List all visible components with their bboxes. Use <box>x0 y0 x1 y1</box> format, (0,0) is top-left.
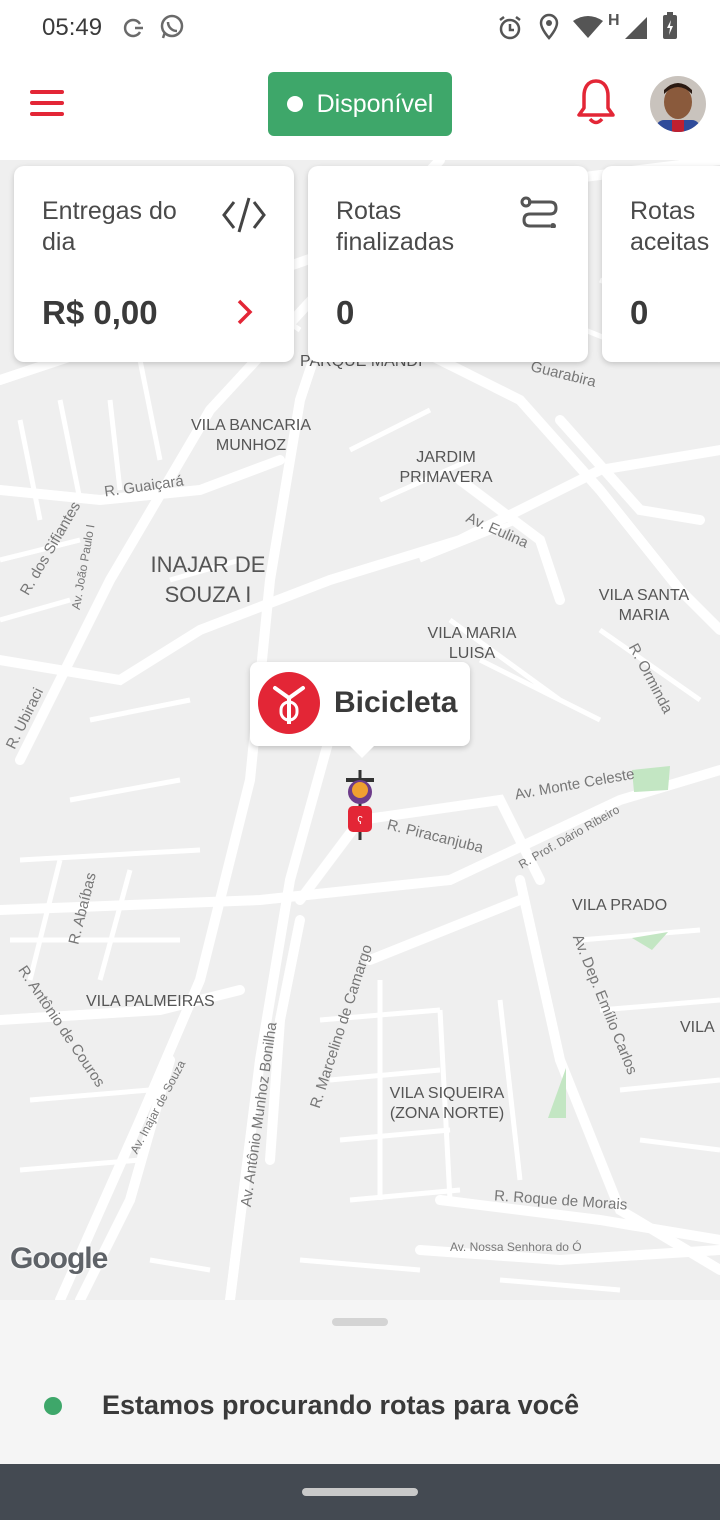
searching-indicator-dot <box>44 1397 62 1415</box>
sync-icon <box>120 16 146 45</box>
card-value: 0 <box>336 294 355 331</box>
top-app-bar: Disponível <box>0 56 720 160</box>
card-title: Entregas do dia <box>42 197 177 256</box>
daily-earnings-card[interactable]: Entregas do dia R$ 0,00 <box>14 166 294 362</box>
card-title: Rotas aceitas <box>630 197 710 256</box>
map-neighborhood-label: VILA BANCARIA MUNHOZ <box>190 417 312 454</box>
finished-routes-card[interactable]: Rotas finalizadas 0 <box>308 166 588 362</box>
availability-toggle-button[interactable]: Disponível <box>268 72 452 136</box>
home-gesture-pill[interactable] <box>302 1488 418 1496</box>
map-neighborhood-label: VILA SIQUEIRA (ZONA NORTE) <box>389 1085 505 1122</box>
battery-icon <box>662 12 678 45</box>
bell-icon[interactable] <box>576 78 616 133</box>
bottom-sheet: Estamos procurando rotas para você <box>0 1300 720 1464</box>
card-value: R$ 0,00 <box>42 294 158 331</box>
location-icon <box>538 13 560 46</box>
signal-icon <box>624 16 648 45</box>
availability-label: Disponível <box>316 89 434 118</box>
avatar[interactable] <box>650 76 706 132</box>
map-neighborhood-label: VILA <box>680 1019 715 1036</box>
drag-handle[interactable] <box>332 1318 388 1326</box>
status-bar: 05:49 H <box>0 0 720 56</box>
availability-dot-icon <box>286 96 303 112</box>
accepted-routes-card[interactable]: Rotas aceitas 0 <box>602 166 720 362</box>
svg-text:ʕ: ʕ <box>357 815 363 827</box>
map-neighborhood-label: VILA SANTA MARIA <box>598 587 690 624</box>
chevron-right-icon[interactable] <box>236 298 254 331</box>
status-time: 05:49 <box>42 14 103 41</box>
system-navigation-bar <box>0 1464 720 1520</box>
vehicle-type-label: Bicicleta <box>334 686 458 719</box>
wifi-icon <box>572 15 604 44</box>
bicycle-marker-icon[interactable]: ʕ <box>340 770 380 845</box>
vehicle-type-tooltip[interactable]: Bicicleta <box>250 662 470 758</box>
hamburger-icon[interactable] <box>30 90 68 120</box>
card-title: Rotas finalizadas <box>336 197 455 256</box>
map-neighborhood-label: INAJAR DE SOUZA I <box>150 552 266 607</box>
map-neighborhood-label: VILA PRADO <box>572 897 668 914</box>
network-type-indicator: H <box>608 12 620 29</box>
map-neighborhood-label: VILA MARIA LUISA <box>427 625 517 662</box>
alarm-icon <box>496 14 524 47</box>
card-value: 0 <box>630 294 649 331</box>
route-icon <box>520 196 560 233</box>
summary-cards: Entregas do dia R$ 0,00 Rotas finalizada… <box>0 166 720 366</box>
bicycle-icon <box>258 672 320 734</box>
map-neighborhood-label: JARDIM PRIMAVERA <box>399 449 493 486</box>
street-label: Av. Nossa Senhora do Ó <box>450 1240 582 1254</box>
slash-code-icon <box>222 196 266 239</box>
whatsapp-icon <box>158 13 186 46</box>
map-neighborhood-label: VILA PALMEIRAS <box>86 993 215 1010</box>
google-attribution-logo: Google <box>10 1242 108 1275</box>
searching-routes-message: Estamos procurando rotas para você <box>102 1390 580 1420</box>
